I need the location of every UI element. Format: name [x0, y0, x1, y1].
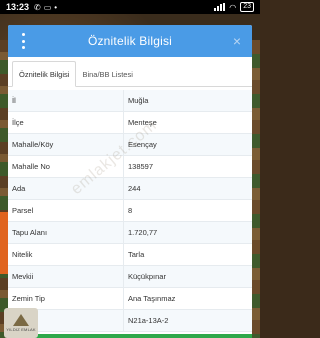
notification-icons: ✆ ▭ •: [34, 3, 57, 12]
attribute-value: 244: [128, 184, 141, 193]
table-row: Nitelik Tarla: [8, 244, 252, 266]
map-edge-right: [252, 40, 260, 338]
attribute-key: Tapu Alanı: [8, 222, 124, 243]
attribute-value: N21a-13A-2: [128, 316, 169, 325]
attribute-key: İl: [8, 90, 124, 111]
logo-text: YILDIZ EMLAK: [6, 327, 36, 332]
table-row: Mahalle No 138597: [8, 156, 252, 178]
more-vert-icon[interactable]: [20, 33, 26, 49]
attribute-value: Ana Taşınmaz: [128, 294, 176, 303]
tab-bar: Öznitelik Bilgisi Bina/BB Listesi: [8, 61, 252, 87]
attribute-value: 8: [128, 206, 133, 215]
whatsapp-icon: ✆: [34, 2, 41, 12]
table-row: İlçe Menteşe: [8, 112, 252, 134]
attribute-key: Mevkii: [8, 266, 124, 287]
table-row: Mevkii Küçükpınar: [8, 266, 252, 288]
bottom-action-bar[interactable]: [8, 334, 252, 338]
table-row: Zemin Tip Ana Taşınmaz: [8, 288, 252, 310]
attribute-value: 138597: [128, 162, 154, 171]
table-row: Mahalle/Köy Esençay: [8, 134, 252, 156]
wifi-icon: ◠: [229, 2, 237, 12]
attribute-key: Zemin Tip: [8, 288, 124, 309]
table-row: İl Muğla: [8, 90, 252, 112]
dot-icon: •: [54, 2, 58, 12]
tab-building-list[interactable]: Bina/BB Listesi: [76, 61, 138, 87]
attribute-key: Parsel: [8, 200, 124, 221]
logo-mark-icon: [13, 314, 29, 326]
table-row: Tapu Alanı 1.720,77: [8, 222, 252, 244]
orange-side-tab[interactable]: [0, 212, 8, 274]
dialog-title: Öznitelik Bilgisi: [87, 34, 173, 48]
table-row: N21a-13A-2: [8, 310, 252, 332]
agency-logo: YILDIZ EMLAK: [4, 308, 38, 338]
attribute-value: Tarla: [128, 250, 145, 259]
battery-icon: 23: [240, 2, 254, 12]
attribute-value: Muğla: [128, 96, 149, 105]
map-edge-left: [0, 40, 8, 338]
attribute-value: Küçükpınar: [128, 272, 166, 281]
attribute-table: İl Muğla İlçe Menteşe Mahalle/Köy Esençay Maha…: [8, 90, 252, 332]
attribute-key: Nitelik: [8, 244, 124, 265]
system-icons: ◠ 23: [214, 2, 254, 12]
message-icon: ▭: [43, 2, 52, 12]
close-icon[interactable]: ×: [230, 33, 244, 49]
attribute-value: Menteşe: [128, 118, 157, 127]
attribute-value: 1.720,77: [128, 228, 158, 237]
attribute-key: İlçe: [8, 112, 124, 133]
attribute-dialog: Öznitelik Bilgisi × Öznitelik Bilgisi Bi…: [8, 25, 252, 338]
attribute-key: Mahalle No: [8, 156, 124, 177]
status-time: 13:23: [6, 2, 30, 12]
attribute-key: Ada: [8, 178, 124, 199]
signal-icon: [214, 3, 226, 11]
dialog-header: Öznitelik Bilgisi ×: [8, 25, 252, 57]
table-row: Ada 244: [8, 178, 252, 200]
attribute-key: Mahalle/Köy: [8, 134, 124, 155]
table-row: Parsel 8: [8, 200, 252, 222]
tab-attributes[interactable]: Öznitelik Bilgisi: [12, 61, 77, 87]
status-bar: 13:23 ✆ ▭ • ◠ 23: [0, 0, 260, 14]
attribute-value: Esençay: [128, 140, 157, 149]
